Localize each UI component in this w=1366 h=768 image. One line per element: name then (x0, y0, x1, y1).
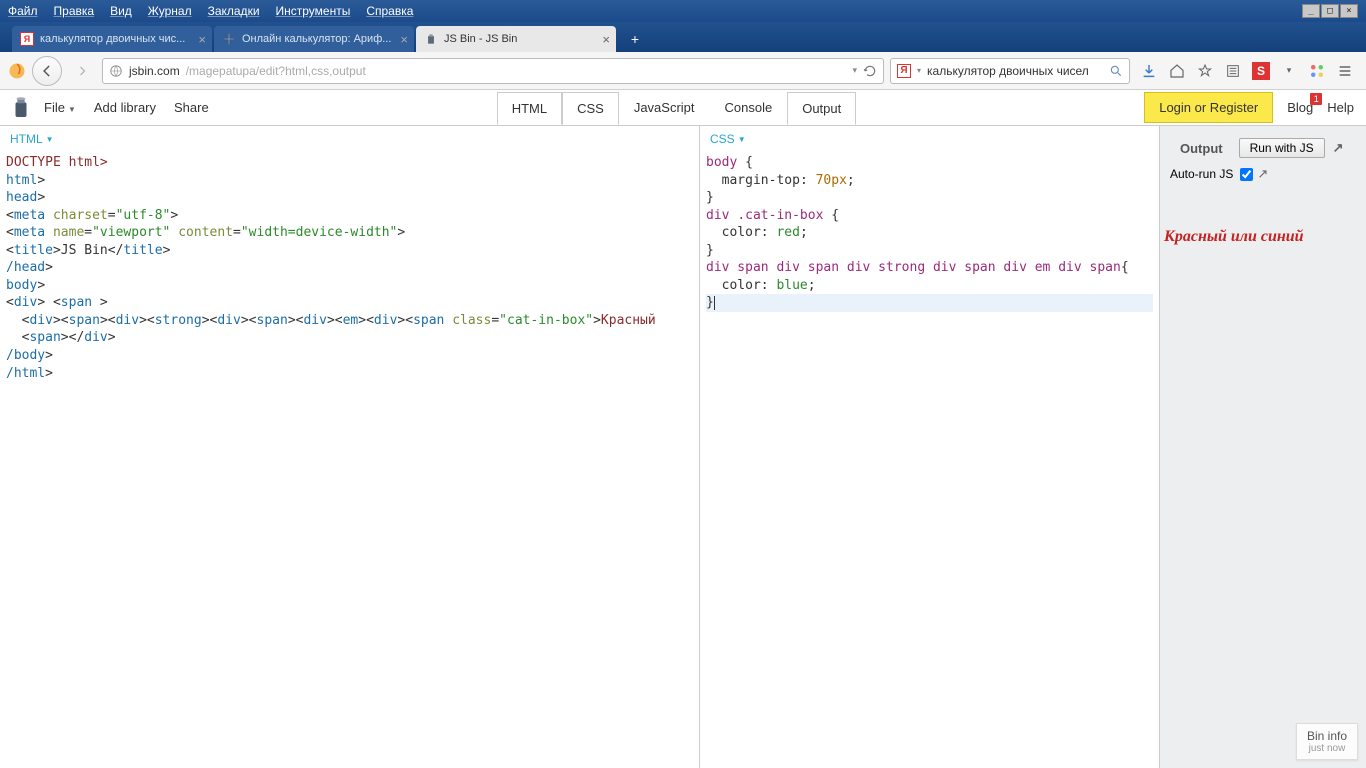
bookmark-star-icon[interactable] (1196, 62, 1214, 80)
browser-tab-strip: Якалькулятор двоичных чис...×Онлайн каль… (0, 22, 1366, 52)
more-icon[interactable]: ▾ (1280, 62, 1298, 80)
window-controls: _ □ × (1302, 4, 1358, 18)
jsbin-topbar: File▼ Add library Share HTML CSS JavaScr… (0, 90, 1366, 126)
browser-tab[interactable]: Якалькулятор двоичных чис... × (12, 26, 212, 52)
tab-title: Онлайн калькулятор: Ариф... (242, 33, 394, 45)
tab-close-icon[interactable]: × (198, 32, 206, 47)
bin-info-subtitle: just now (1307, 743, 1347, 754)
savefrom-icon[interactable]: S (1252, 62, 1270, 80)
help-link[interactable]: Help (1327, 100, 1354, 115)
hamburger-menu-icon[interactable] (1336, 62, 1354, 80)
search-bar[interactable]: Я ▾ (890, 58, 1130, 84)
planet-favicon-icon (222, 32, 236, 46)
url-path: /magepatupa/edit?html,css,output (186, 64, 366, 78)
bin-info-box[interactable]: Bin info just now (1296, 723, 1358, 760)
tab-title: калькулятор двоичных чис... (40, 33, 192, 45)
output-preview: Красный или синий (1160, 228, 1366, 246)
panel-switcher: HTML CSS JavaScript Console Output (497, 91, 857, 124)
panel-tab-console[interactable]: Console (710, 91, 788, 124)
file-menu[interactable]: File▼ (44, 100, 76, 115)
browser-menu-item[interactable]: Справка (366, 4, 413, 18)
search-dropdown-icon[interactable]: ▾ (917, 66, 921, 75)
browser-toolbar-icons: S ▾ (1136, 62, 1358, 80)
output-panel-title: Output (1180, 141, 1223, 156)
autorun-checkbox[interactable] (1240, 168, 1253, 181)
tab-close-icon[interactable]: × (602, 32, 610, 47)
yandex-favicon-icon: Я (20, 32, 34, 46)
browser-menu-item[interactable]: Файл (8, 4, 38, 18)
bin-info-title: Bin info (1307, 729, 1347, 743)
blog-link[interactable]: Blog 1 (1287, 100, 1313, 115)
html-panel-header[interactable]: HTML▼ (0, 126, 699, 152)
download-icon[interactable] (1140, 62, 1158, 80)
browser-menu-item[interactable]: Вид (110, 4, 132, 18)
jsbin-favicon-icon (424, 32, 438, 46)
blog-badge: 1 (1310, 93, 1322, 105)
jsbin-right: Login or Register Blog 1 Help (1144, 92, 1362, 123)
html-panel: HTML▼ DOCTYPE html>html>head><meta chars… (0, 126, 700, 768)
share-menu[interactable]: Share (174, 100, 209, 115)
autorun-label: Auto-run JS (1170, 167, 1233, 181)
output-panel: Output Run with JS ↗ Auto-run JS ↗ Красн… (1160, 126, 1366, 768)
globe-icon (109, 64, 123, 78)
browser-menu-item[interactable]: Закладки (208, 4, 260, 18)
nav-forward-button[interactable] (68, 57, 96, 85)
dropdown-icon[interactable]: ▾ (852, 65, 857, 76)
panel-tab-output[interactable]: Output (787, 92, 856, 125)
workspace: HTML▼ DOCTYPE html>html>head><meta chars… (0, 126, 1366, 768)
css-editor[interactable]: body { margin-top: 70px;}div .cat-in-box… (700, 152, 1159, 768)
browser-menu-items: Файл Правка Вид Журнал Закладки Инструменты Сп… (8, 4, 413, 18)
autorun-row: Auto-run JS ↗ (1170, 166, 1356, 182)
browser-menu-item[interactable]: Инструменты (276, 4, 351, 18)
url-bar[interactable]: jsbin.com/magepatupa/edit?html,css,outpu… (102, 58, 884, 84)
browser-tab[interactable]: JS Bin - JS Bin × (416, 26, 616, 52)
jsbin-menu: File▼ Add library Share (44, 100, 209, 115)
nav-back-button[interactable] (32, 56, 62, 86)
new-tab-button[interactable]: + (622, 28, 648, 50)
browser-menu-item[interactable]: Журнал (148, 4, 192, 18)
search-go-icon[interactable] (1109, 64, 1123, 78)
css-panel-header[interactable]: CSS▼ (700, 126, 1159, 152)
firefox-logo-icon (8, 62, 26, 80)
panel-tab-javascript[interactable]: JavaScript (619, 91, 710, 124)
browser-menubar: Файл Правка Вид Журнал Закладки Инструменты Сп… (0, 0, 1366, 22)
url-host: jsbin.com (129, 64, 180, 78)
login-register-button[interactable]: Login or Register (1144, 92, 1273, 123)
browser-tab[interactable]: Онлайн калькулятор: Ариф... × (214, 26, 414, 52)
tab-title: JS Bin - JS Bin (444, 33, 596, 45)
popout-icon-2[interactable]: ↗ (1257, 166, 1268, 182)
panel-tab-css[interactable]: CSS (562, 92, 619, 125)
search-input[interactable] (927, 64, 1103, 78)
panel-tab-html[interactable]: HTML (497, 92, 562, 125)
yandex-icon: Я (897, 64, 911, 78)
browser-nav-bar: jsbin.com/magepatupa/edit?html,css,outpu… (0, 52, 1366, 90)
tab-close-icon[interactable]: × (400, 32, 408, 47)
browser-menu-item[interactable]: Правка (54, 4, 95, 18)
html-editor[interactable]: DOCTYPE html>html>head><meta charset="ut… (0, 152, 699, 768)
popout-icon[interactable]: ↗ (1333, 140, 1344, 156)
puzzle-icon[interactable] (1308, 62, 1326, 80)
jsbin-logo-icon[interactable] (10, 95, 32, 121)
window-close[interactable]: × (1340, 4, 1358, 18)
reload-icon[interactable] (863, 64, 877, 78)
window-maximize[interactable]: □ (1321, 4, 1339, 18)
css-panel: CSS▼ body { margin-top: 70px;}div .cat-i… (700, 126, 1160, 768)
home-icon[interactable] (1168, 62, 1186, 80)
window-minimize[interactable]: _ (1302, 4, 1320, 18)
add-library-menu[interactable]: Add library (94, 100, 156, 115)
run-with-js-button[interactable]: Run with JS (1239, 138, 1325, 158)
bookmarks-list-icon[interactable] (1224, 62, 1242, 80)
